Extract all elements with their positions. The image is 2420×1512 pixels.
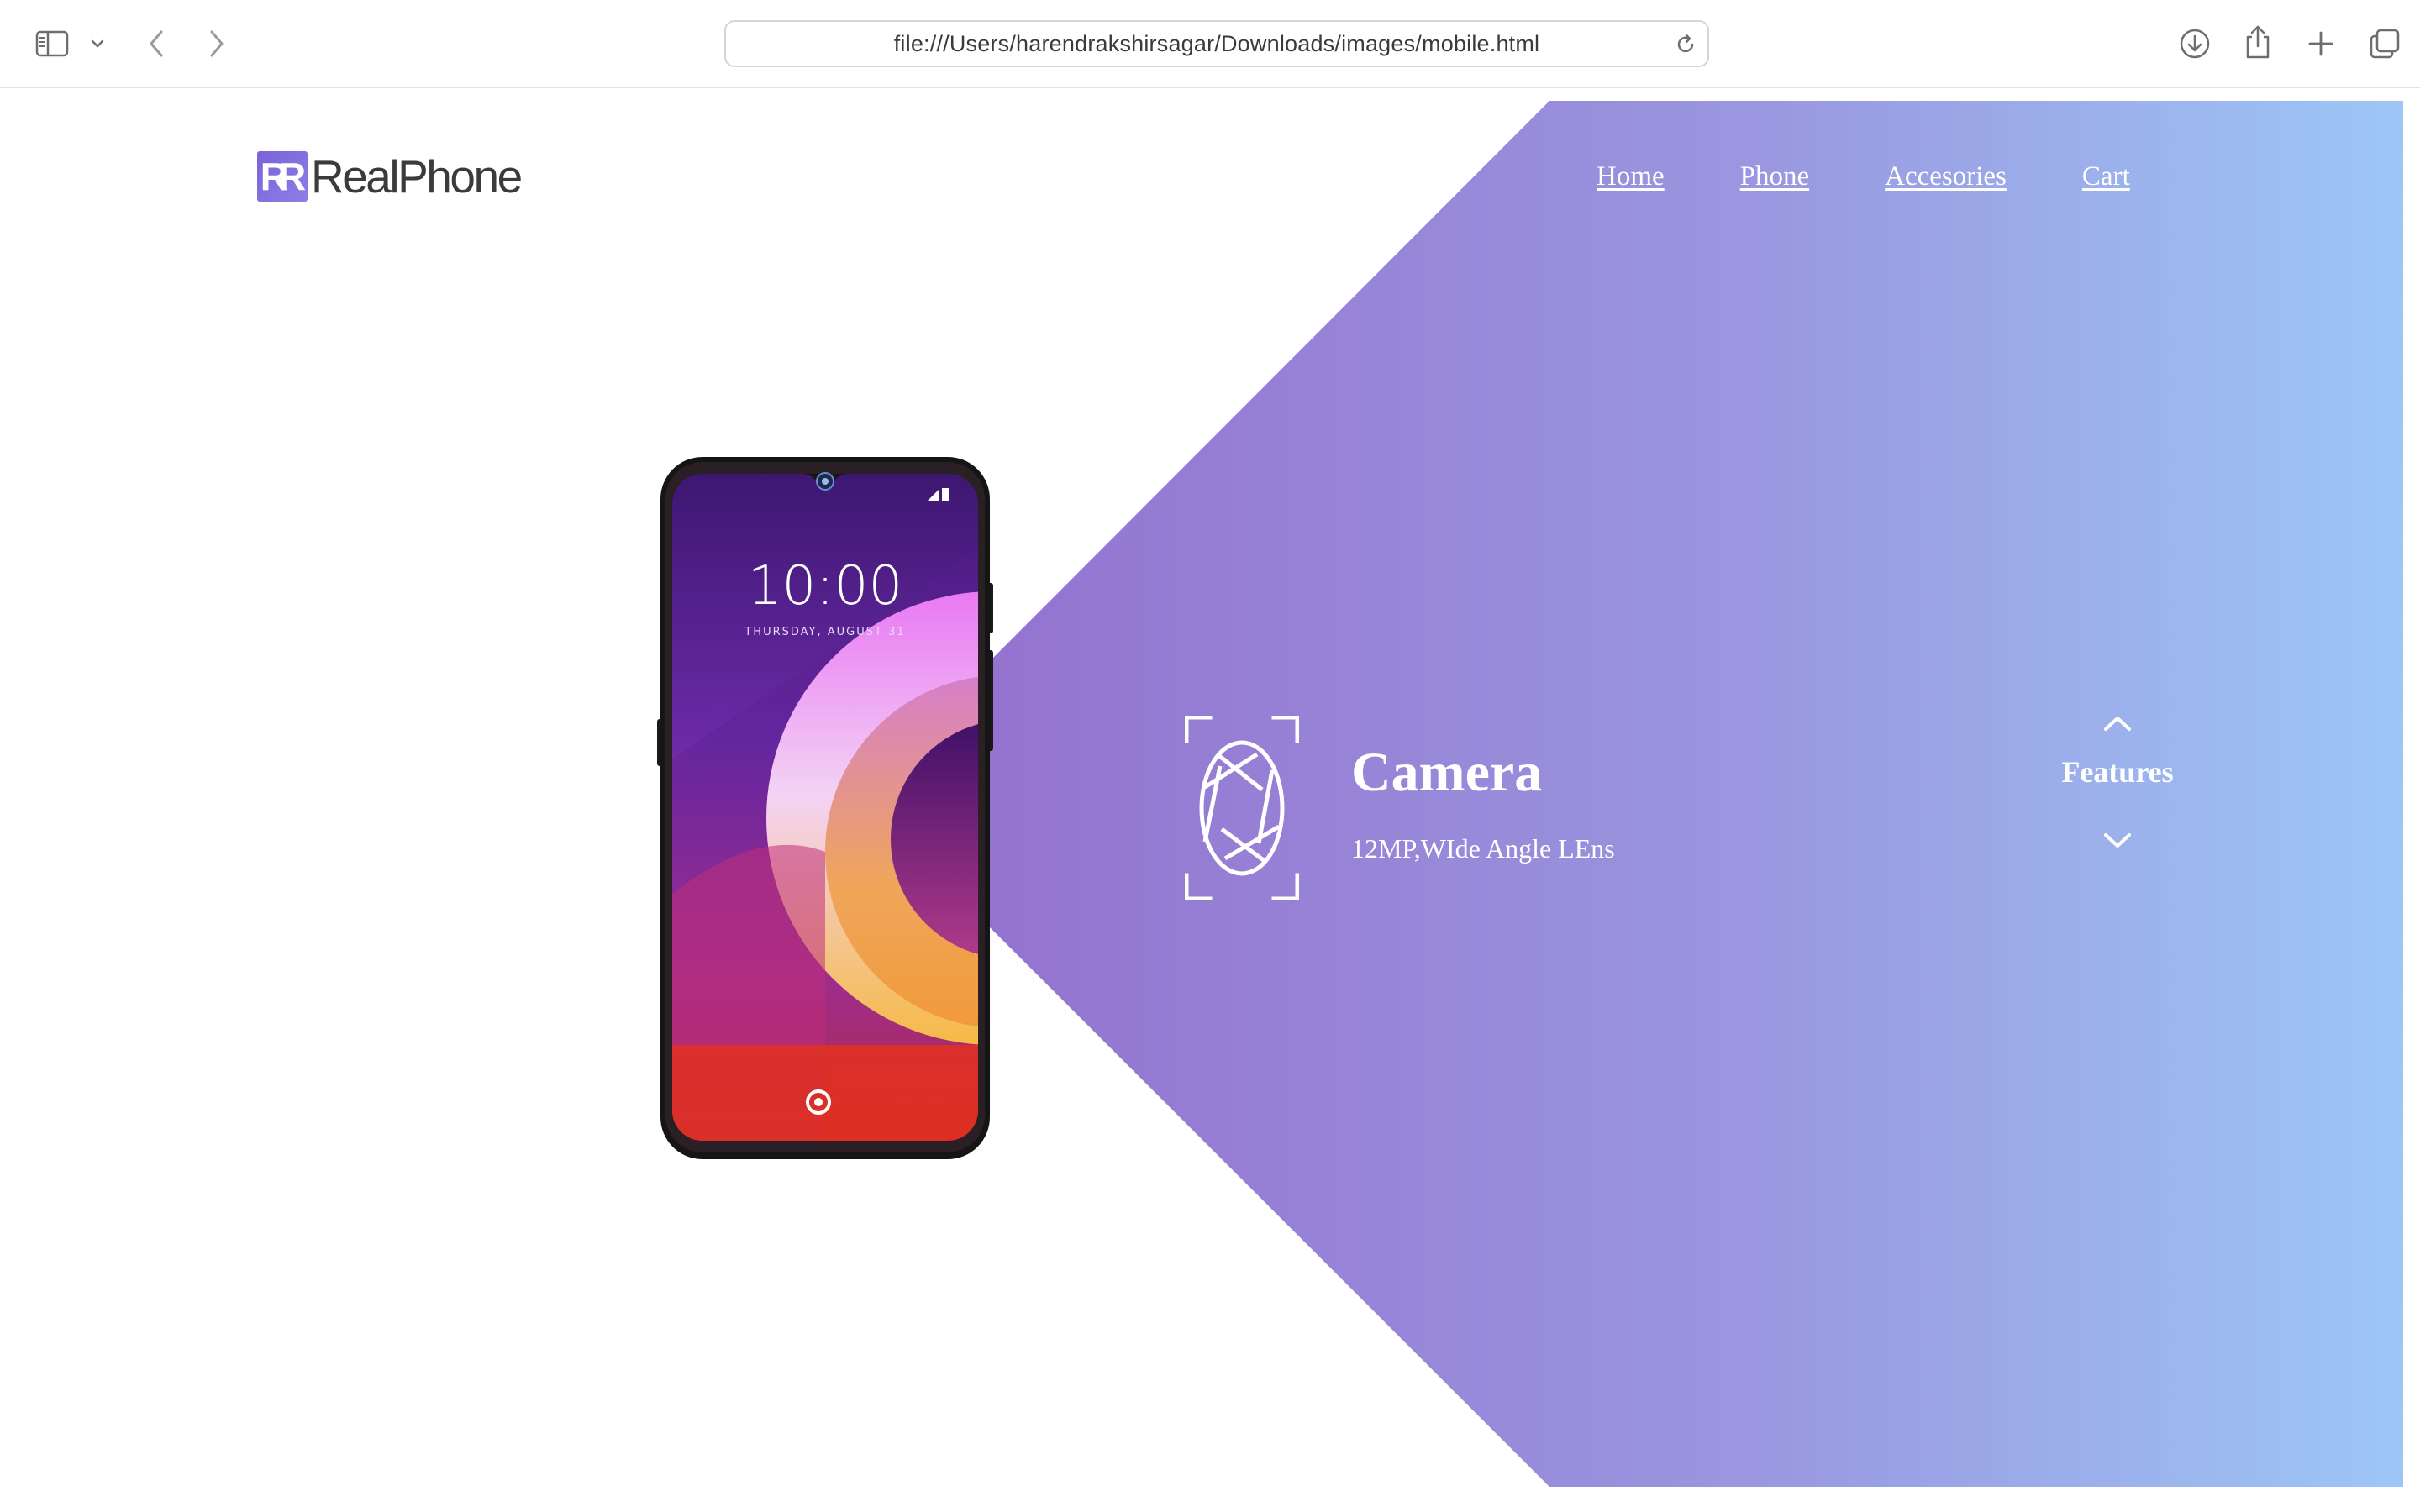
back-chevron-left-icon[interactable] xyxy=(139,25,173,62)
camera-aperture-icon xyxy=(1185,716,1299,900)
nav-accesories-link[interactable]: Accesories xyxy=(1885,161,2007,192)
page: RR RealPhone Home Phone Accesories Cart xyxy=(0,89,2420,1512)
logo-text: RealPhone xyxy=(311,150,523,202)
nav-phone-link[interactable]: Phone xyxy=(1740,161,1810,192)
phone-clock-text: 10:00 xyxy=(748,555,902,617)
chevron-up-icon[interactable] xyxy=(2102,711,2133,736)
page-edge xyxy=(2403,89,2420,1512)
phone-image: 10:00 THURSDAY, AUGUST 31 xyxy=(657,457,993,1159)
download-icon[interactable] xyxy=(2176,25,2213,62)
site-logo[interactable]: RR RealPhone xyxy=(257,150,523,203)
nav-home-link[interactable]: Home xyxy=(1597,161,1665,192)
logo-mark: RR xyxy=(257,151,308,202)
sidebar-icon[interactable] xyxy=(32,27,72,60)
feature-block: Camera 12MP,WIde Angle LEns xyxy=(1185,716,1941,900)
main-nav: Home Phone Accesories Cart xyxy=(1597,161,2206,192)
features-label: Features xyxy=(2061,755,2174,789)
logo-mark-letter-2: R xyxy=(278,155,306,198)
reload-icon[interactable] xyxy=(1672,31,1699,58)
chevron-down-icon[interactable] xyxy=(2102,828,2133,853)
address-bar[interactable]: file:///Users/harendrakshirsagar/Downloa… xyxy=(724,20,1709,67)
share-icon[interactable] xyxy=(2239,22,2276,62)
forward-chevron-right-icon[interactable] xyxy=(200,25,234,62)
phone-date-text: THURSDAY, AUGUST 31 xyxy=(744,626,905,638)
browser-toolbar: file:///Users/harendrakshirsagar/Downloa… xyxy=(0,0,2420,88)
nav-cart-link[interactable]: Cart xyxy=(2082,161,2130,192)
logo-mark-letter: R xyxy=(260,155,288,198)
url-text[interactable]: file:///Users/harendrakshirsagar/Downloa… xyxy=(726,22,1707,66)
features-carousel-nav: Features xyxy=(2033,711,2202,879)
chevron-down-icon[interactable] xyxy=(87,34,108,54)
plus-icon[interactable] xyxy=(2302,25,2339,62)
tab-overview-icon[interactable] xyxy=(2366,25,2403,62)
feature-description: 12MP,WIde Angle LEns xyxy=(1351,833,1615,864)
feature-title: Camera xyxy=(1351,742,1543,803)
